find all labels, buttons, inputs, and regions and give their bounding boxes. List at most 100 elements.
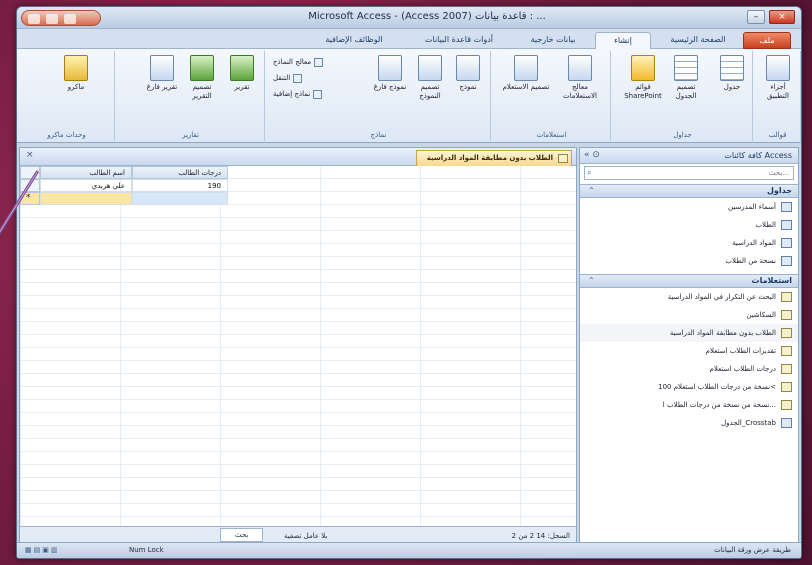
macro-icon	[64, 55, 88, 81]
new-cell-student-name[interactable]	[40, 192, 132, 205]
table-icon	[781, 202, 792, 212]
form-design-button[interactable]: تصميم النموذج	[413, 55, 447, 101]
report-icon	[230, 55, 254, 81]
query-design-icon	[514, 55, 538, 81]
blank-report-button[interactable]: تقرير فارغ	[145, 55, 179, 92]
cell-student-grades[interactable]: 190	[132, 179, 228, 192]
query-icon	[781, 382, 792, 392]
save-icon[interactable]	[28, 14, 40, 24]
crosstab-icon	[781, 418, 792, 428]
form-wizard-button[interactable]: معالج النماذج	[273, 57, 326, 68]
table-icon	[781, 220, 792, 230]
minimize-button[interactable]: –	[747, 10, 765, 24]
record-search-box[interactable]: بحث	[220, 528, 264, 542]
form-button[interactable]: نموذج	[451, 55, 485, 92]
nav-item-query[interactable]: الجدول_Crosstab	[580, 414, 798, 432]
search-input[interactable]	[585, 167, 793, 179]
close-button[interactable]: ×	[769, 10, 795, 24]
quick-access-toolbar[interactable]	[21, 10, 101, 26]
tab-home[interactable]: الصفحة الرئيسية	[657, 32, 739, 49]
tab-add-ins[interactable]: الوظائف الإضافية	[307, 32, 401, 49]
report-button[interactable]: تقرير	[225, 55, 259, 92]
macro-button[interactable]: ماكرو	[59, 55, 93, 92]
undo-icon[interactable]	[46, 14, 58, 24]
datasheet-grid[interactable]: اسم الطالب درجات الطالب علي هريدي 190 *	[20, 166, 576, 526]
table-design-button[interactable]: تصميم الجدول	[669, 55, 703, 101]
application-parts-button[interactable]: أجزاء التطبيق	[761, 55, 795, 101]
group-forms: نموذج تصميم النموذج نموذج فارغ معالج الن…	[267, 51, 491, 141]
navigation-button[interactable]: التنقل	[273, 73, 305, 84]
tab-create[interactable]: إنشاء	[595, 32, 651, 49]
status-bar: طريقة عرض ورقة البيانات Num Lock ▦▤▣▥	[17, 542, 801, 558]
group-reports: تقرير تصميم التقرير تقرير فارغ تقارير	[117, 51, 265, 141]
nav-item-table[interactable]: أسماء المدرسين	[580, 198, 798, 216]
form-design-icon	[418, 55, 442, 81]
query-design-button[interactable]: تصميم الاستعلام	[501, 55, 551, 92]
sharepoint-lists-button[interactable]: قوائم SharePoint	[621, 55, 665, 101]
table-icon	[781, 256, 792, 266]
more-forms-button[interactable]: نماذج إضافية	[273, 89, 325, 100]
table-design-icon	[674, 55, 698, 81]
nav-item-table[interactable]: الطلاب	[580, 216, 798, 234]
new-cell-student-grades[interactable]	[132, 192, 228, 205]
report-design-button[interactable]: تصميم التقرير	[185, 55, 219, 101]
query-icon	[781, 292, 792, 302]
datasheet-window: × الطلاب بدون مطابقة المواد الدراسية اسم…	[19, 147, 577, 545]
ribbon-tabs: ? ملف الصفحة الرئيسية إنشاء بيانات خارجي…	[17, 29, 801, 67]
blank-form-button[interactable]: نموذج فارغ	[373, 55, 407, 92]
close-document-icon[interactable]: ×	[26, 150, 34, 160]
group-macros: ماكرو وحدات ماكرو	[19, 51, 115, 141]
query-icon	[781, 400, 792, 410]
num-lock-indicator: Num Lock	[129, 546, 164, 554]
blank-form-icon	[378, 55, 402, 81]
view-switcher-icons[interactable]: ▦▤▣▥	[25, 543, 59, 558]
column-header-student-name[interactable]: اسم الطالب	[40, 166, 132, 179]
title-bar: Microsoft Access - (Access 2007) قاعدة ب…	[17, 7, 801, 29]
navigation-icon	[293, 73, 303, 83]
query-icon	[781, 346, 792, 356]
nav-item-query[interactable]: السكاشين	[580, 306, 798, 324]
window-title: Microsoft Access - (Access 2007) قاعدة ب…	[308, 11, 546, 22]
nav-item-query[interactable]: درجات الطلاب استعلام	[580, 360, 798, 378]
table-icon	[720, 55, 744, 81]
form-icon	[456, 55, 480, 81]
query-icon	[781, 328, 792, 338]
query-icon	[781, 310, 792, 320]
form-wizard-icon	[314, 57, 324, 67]
nav-item-table[interactable]: نسخة من الطلاب	[580, 252, 798, 270]
group-tables: جدول تصميم الجدول قوائم SharePoint جداول	[613, 51, 753, 141]
query-icon	[558, 154, 568, 163]
nav-item-query[interactable]: البحث عن التكرار في المواد الدراسية	[580, 288, 798, 306]
query-wizard-button[interactable]: معالج الاستعلامات	[555, 55, 605, 101]
category-tables[interactable]: ⌃ جداول	[580, 184, 798, 198]
access-window: Microsoft Access - (Access 2007) قاعدة ب…	[16, 6, 802, 559]
group-templates: أجزاء التطبيق قوالب	[755, 51, 801, 141]
tab-database-tools[interactable]: أدوات قاعدة البيانات	[407, 32, 511, 49]
nav-item-query[interactable]: تقديرات الطلاب استعلام	[580, 342, 798, 360]
document-tabs: × الطلاب بدون مطابقة المواد الدراسية	[20, 148, 576, 166]
cell-student-name[interactable]: علي هريدي	[40, 179, 132, 192]
navigation-pane-header[interactable]: « ⊙ كافة كائنات Access	[580, 148, 798, 164]
table-button[interactable]: جدول	[715, 55, 749, 92]
tab-external-data[interactable]: بيانات خارجية	[517, 32, 589, 49]
table-icon	[781, 238, 792, 248]
redo-icon[interactable]	[64, 14, 76, 24]
tab-query-datasheet[interactable]: الطلاب بدون مطابقة المواد الدراسية	[415, 150, 572, 166]
column-header-student-grades[interactable]: درجات الطالب	[132, 166, 228, 179]
category-queries[interactable]: ⌃ استعلامات	[580, 274, 798, 288]
query-wizard-icon	[568, 55, 592, 81]
navigation-search[interactable]: ⌕	[584, 166, 794, 180]
nav-item-table[interactable]: المواد الدراسية	[580, 234, 798, 252]
nav-item-query[interactable]: نسخة من نسخة من درجات الطلاب ا...	[580, 396, 798, 414]
nav-item-query-selected[interactable]: الطلاب بدون مطابقة المواد الدراسية	[580, 324, 798, 342]
collapse-pane-icon[interactable]: « ⊙	[584, 150, 600, 160]
search-icon: ⌕	[587, 168, 592, 177]
tab-file[interactable]: ملف	[743, 32, 791, 49]
collapse-icon: ⌃	[588, 186, 595, 195]
nav-item-query[interactable]: نسخة من درجات الطلاب استعلام 100<	[580, 378, 798, 396]
view-status: طريقة عرض ورقة البيانات	[714, 546, 791, 554]
query-icon	[781, 364, 792, 374]
more-forms-icon	[313, 89, 323, 99]
navigation-pane: « ⊙ كافة كائنات Access ⌕ ⌃جداول أسماء ال…	[579, 147, 799, 545]
new-record-icon: *	[26, 193, 31, 203]
